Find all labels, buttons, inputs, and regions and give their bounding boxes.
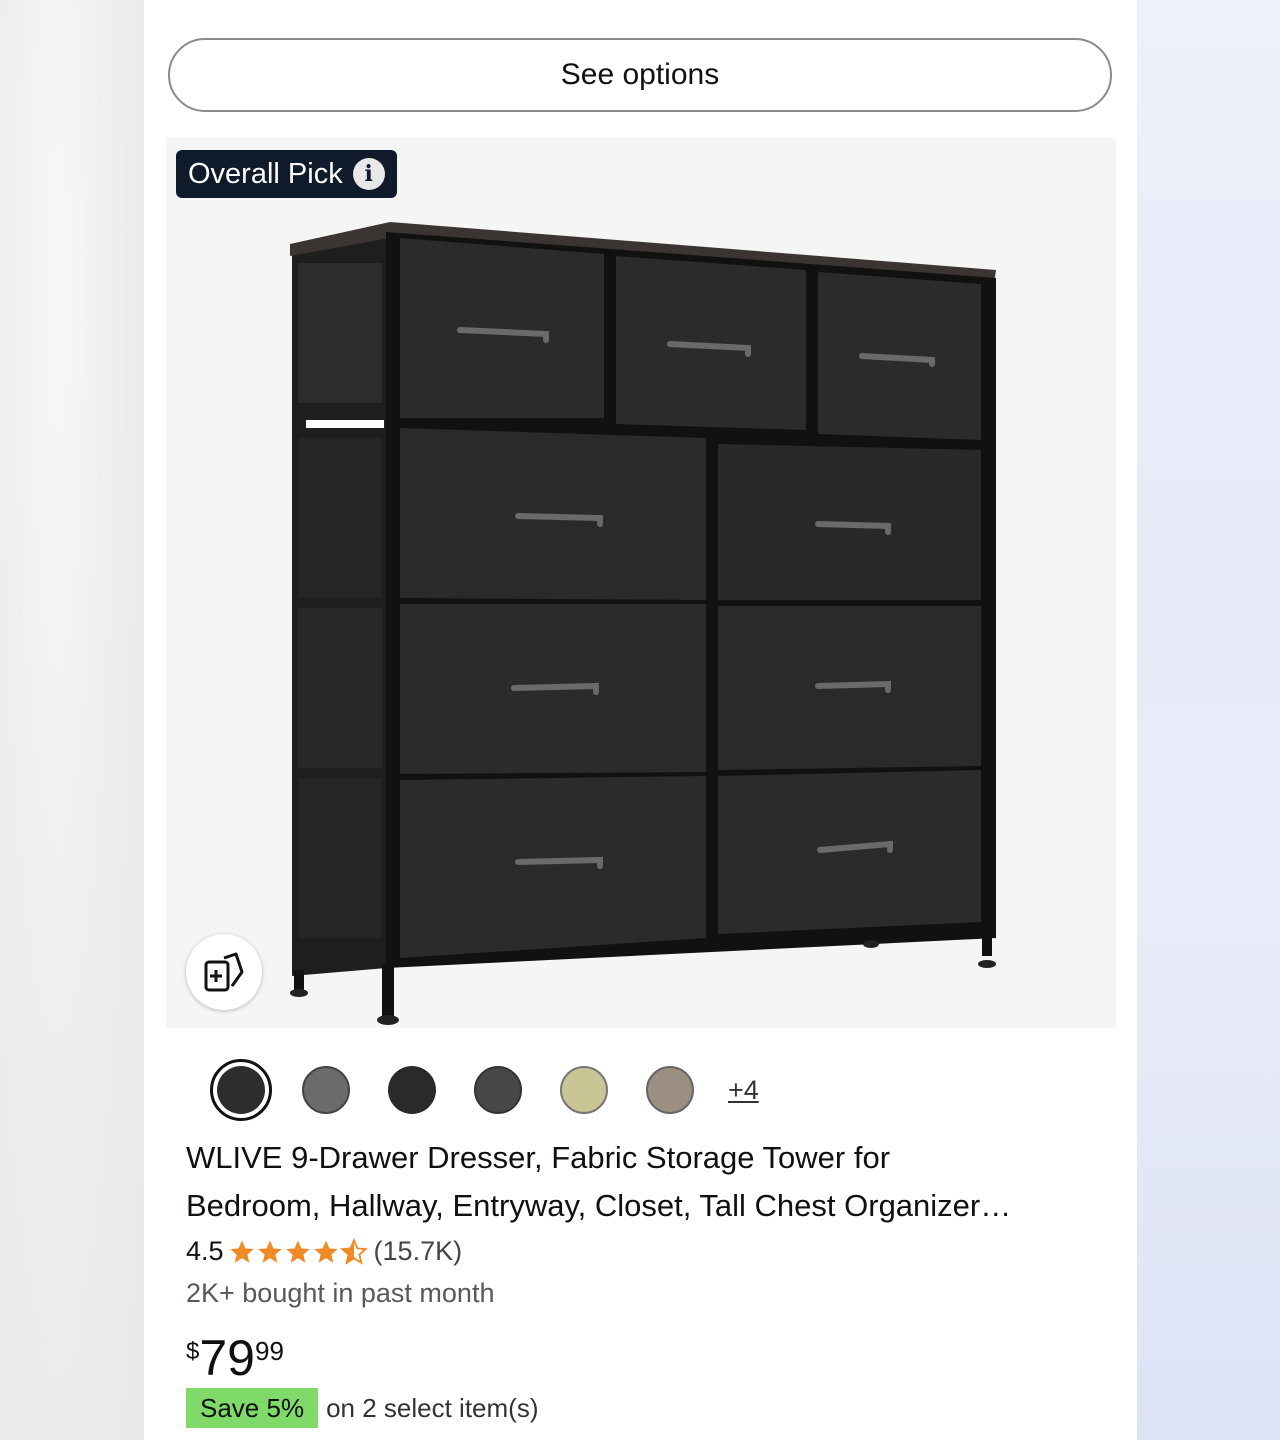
color-swatch[interactable] [646, 1066, 694, 1114]
overall-pick-label: Overall Pick [188, 157, 343, 190]
color-swatch[interactable] [388, 1066, 436, 1114]
compare-button[interactable] [186, 934, 262, 1010]
results-column: See options Overall Pick i +4 WLIVE 9-Dr… [144, 0, 1137, 1440]
price-symbol: $ [186, 1338, 200, 1365]
more-swatches-link[interactable]: +4 [728, 1075, 759, 1106]
overall-pick-badge[interactable]: Overall Pick i [176, 150, 397, 198]
product-title-line1[interactable]: WLIVE 9-Drawer Dresser, Fabric Storage T… [186, 1134, 1106, 1182]
see-options-button[interactable]: See options [168, 38, 1112, 112]
compare-icon [204, 952, 244, 992]
save-text: on 2 select item(s) [326, 1392, 539, 1423]
color-swatch[interactable] [560, 1066, 608, 1114]
half-star-icon [339, 1237, 368, 1265]
star-icon [313, 1239, 338, 1263]
price[interactable]: $ 79 99 [186, 1330, 284, 1386]
color-swatch[interactable] [210, 1059, 272, 1121]
price-fraction: 99 [254, 1336, 284, 1366]
product-title-line2[interactable]: Bedroom, Hallway, Entryway, Closet, Tall… [186, 1182, 1091, 1230]
left-background [0, 0, 144, 1440]
bought-in-past-month: 2K+ bought in past month [186, 1278, 495, 1308]
right-background [1137, 0, 1280, 1440]
color-swatches: +4 [210, 1058, 759, 1122]
info-icon[interactable]: i [352, 158, 385, 190]
coupon-row: Save 5% on 2 select item(s) [186, 1388, 538, 1428]
star-rating[interactable] [228, 1237, 368, 1266]
rating-value: 4.5 [186, 1236, 224, 1266]
star-icon [285, 1239, 310, 1263]
product-title[interactable]: WLIVE 9-Drawer Dresser, Fabric Storage T… [186, 1134, 1106, 1230]
save-badge: Save 5% [186, 1388, 319, 1428]
rating-row[interactable]: 4.5 (15.7K) [186, 1236, 462, 1267]
review-count[interactable]: (15.7K) [374, 1236, 463, 1267]
product-image-area[interactable]: Overall Pick i [166, 138, 1116, 1028]
star-icon [229, 1239, 254, 1263]
color-swatch[interactable] [474, 1066, 522, 1114]
color-swatch[interactable] [302, 1066, 350, 1114]
product-image[interactable] [166, 138, 1116, 1028]
star-icon [257, 1239, 282, 1263]
price-whole: 79 [199, 1330, 255, 1386]
